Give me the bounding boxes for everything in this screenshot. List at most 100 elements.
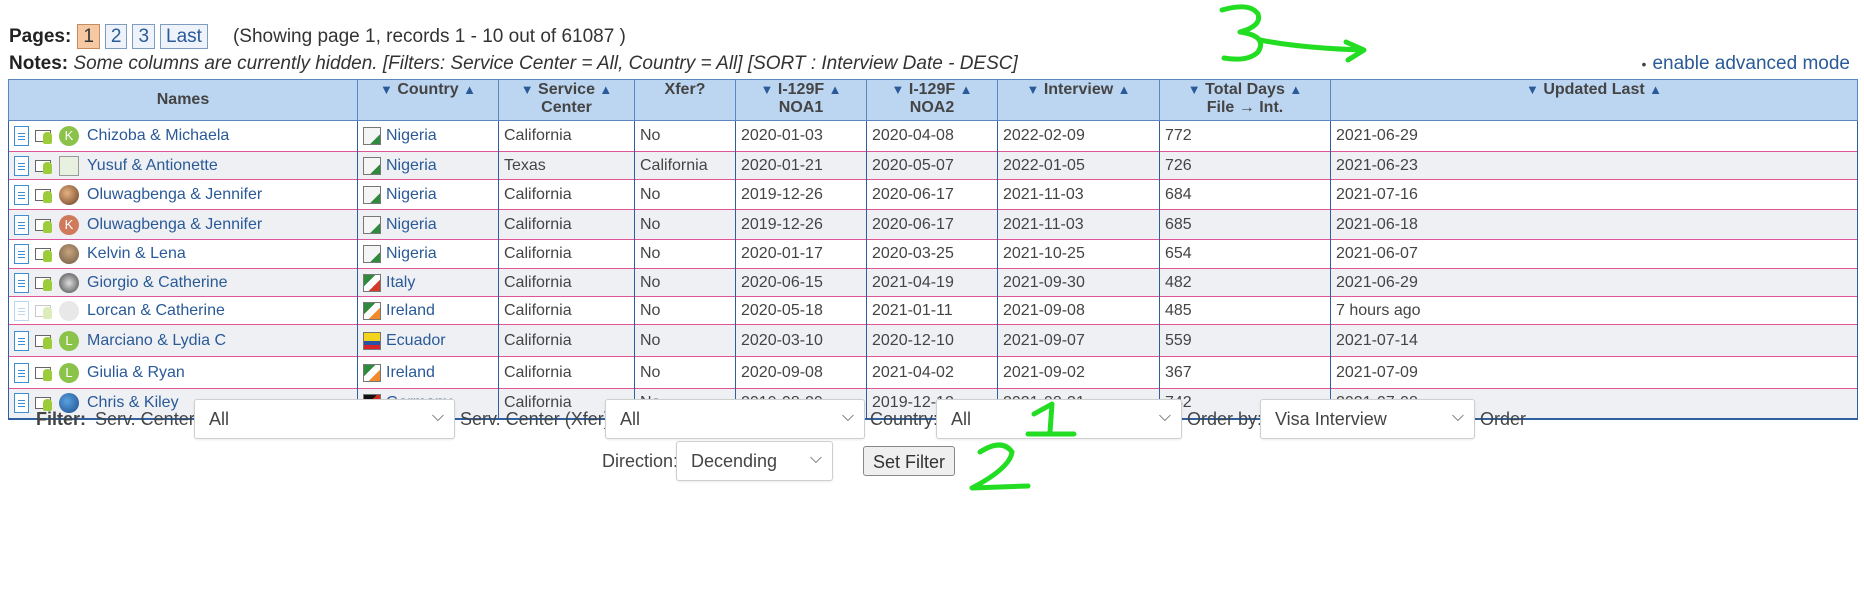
country-link[interactable]: Ireland xyxy=(386,302,435,320)
document-icon[interactable] xyxy=(14,330,29,351)
message-user-icon[interactable] xyxy=(35,216,53,234)
header-names[interactable]: Names xyxy=(8,79,358,121)
message-user-icon[interactable] xyxy=(35,186,53,204)
sort-asc-icon[interactable]: ▲ xyxy=(463,82,476,97)
sort-desc-icon[interactable]: ▼ xyxy=(892,82,905,97)
header-noa1-label: I-129F xyxy=(777,81,825,98)
set-filter-button[interactable]: Set Filter xyxy=(863,446,955,476)
annotation-arrow xyxy=(1257,37,1365,53)
couple-name-link[interactable]: Giulia & Ryan xyxy=(87,364,185,382)
header-noa2[interactable]: ▼ I-129F ▲ NOA2 xyxy=(866,79,998,121)
header-xfer[interactable]: Xfer? xyxy=(634,79,736,121)
interview-cell: 2021-11-03 xyxy=(997,209,1160,240)
header-country-label: Country xyxy=(397,81,459,98)
country-link[interactable]: Ecuador xyxy=(386,332,446,350)
couple-name-link[interactable]: Chizoba & Michaela xyxy=(87,127,229,145)
avatar xyxy=(59,155,79,176)
document-icon[interactable] xyxy=(14,155,29,176)
interview-cell: 2022-01-05 xyxy=(997,151,1160,180)
page-1-link[interactable]: 1 xyxy=(77,24,100,49)
message-user-icon[interactable] xyxy=(35,274,53,292)
flag-icon xyxy=(363,301,381,320)
message-user-icon[interactable] xyxy=(35,245,53,263)
sort-desc-icon[interactable]: ▼ xyxy=(521,82,534,97)
couple-name-link[interactable]: Giorgio & Catherine xyxy=(87,274,228,292)
flag-icon xyxy=(363,245,381,263)
direction-label: Direction: xyxy=(602,451,679,471)
table-row: K Oluwagbenga & Jennifer Nigeria California… xyxy=(8,209,1858,240)
header-total-days[interactable]: ▼ Total Days ▲ File → Int. xyxy=(1159,79,1331,121)
sort-asc-icon[interactable]: ▲ xyxy=(829,82,842,97)
names-cell: Oluwagbenga & Jennifer xyxy=(8,179,358,210)
country-link[interactable]: Ireland xyxy=(386,364,435,382)
couple-name-link[interactable]: Oluwagbenga & Jennifer xyxy=(87,186,262,204)
page-3-link[interactable]: 3 xyxy=(132,24,156,49)
enable-advanced-mode-link[interactable]: enable advanced mode xyxy=(1652,53,1850,74)
header-noa1[interactable]: ▼ I-129F ▲ NOA1 xyxy=(735,79,867,121)
chevron-down-icon: ⌵ xyxy=(1158,408,1171,425)
updated-last-cell: 2021-07-14 xyxy=(1330,324,1858,357)
header-interview[interactable]: ▼ Interview ▲ xyxy=(997,79,1160,121)
country-cell: Ecuador xyxy=(357,324,499,357)
country-link[interactable]: Italy xyxy=(386,274,415,292)
total-days-cell: 684 xyxy=(1159,179,1331,210)
sort-desc-icon[interactable]: ▼ xyxy=(761,82,774,97)
couple-name-link[interactable]: Marciano & Lydia C xyxy=(87,332,226,350)
table-row: Yusuf & Antionette Nigeria Texas California… xyxy=(8,151,1858,180)
country-select[interactable]: All ⌵ xyxy=(936,399,1182,439)
country-cell: Nigeria xyxy=(357,179,499,210)
service-center-cell: California xyxy=(498,239,635,269)
sort-asc-icon[interactable]: ▲ xyxy=(1118,82,1131,97)
country-link[interactable]: Nigeria xyxy=(386,157,437,175)
couple-name-link[interactable]: Oluwagbenga & Jennifer xyxy=(87,216,262,234)
page-2-link[interactable]: 2 xyxy=(104,24,128,49)
document-icon[interactable] xyxy=(14,300,29,321)
sort-asc-icon[interactable]: ▲ xyxy=(599,82,612,97)
message-user-icon[interactable] xyxy=(35,157,53,175)
sort-desc-icon[interactable]: ▼ xyxy=(1188,82,1201,97)
xfer-cell: No xyxy=(634,268,736,297)
serv-center-xfer-select[interactable]: All ⌵ xyxy=(605,399,865,439)
service-center-cell: Texas xyxy=(498,151,635,180)
document-icon[interactable] xyxy=(14,184,29,205)
sort-desc-icon[interactable]: ▼ xyxy=(380,82,393,97)
message-user-icon[interactable] xyxy=(35,364,53,382)
document-icon[interactable] xyxy=(14,214,29,235)
serv-center-select[interactable]: All ⌵ xyxy=(194,399,455,439)
page-last-link[interactable]: Last xyxy=(160,24,208,49)
order-by-select[interactable]: Visa Interview ⌵ xyxy=(1260,399,1475,439)
header-updated-last[interactable]: ▼ Updated Last ▲ xyxy=(1330,79,1858,121)
document-icon[interactable] xyxy=(14,244,29,264)
sort-desc-icon[interactable]: ▼ xyxy=(1026,82,1039,97)
message-user-icon[interactable] xyxy=(35,127,53,145)
document-icon[interactable] xyxy=(14,126,29,146)
sort-asc-icon[interactable]: ▲ xyxy=(960,82,973,97)
document-icon[interactable] xyxy=(14,272,29,293)
sort-desc-icon[interactable]: ▼ xyxy=(1526,82,1539,97)
flag-icon xyxy=(363,363,381,382)
country-link[interactable]: Nigeria xyxy=(386,245,437,263)
document-icon[interactable] xyxy=(14,362,29,383)
document-icon[interactable] xyxy=(14,393,29,414)
interview-cell: 2021-09-07 xyxy=(997,324,1160,357)
message-user-icon[interactable] xyxy=(35,302,53,320)
avatar xyxy=(59,184,79,205)
sort-asc-icon[interactable]: ▲ xyxy=(1289,82,1302,97)
sort-asc-icon[interactable]: ▲ xyxy=(1649,82,1662,97)
message-user-icon[interactable] xyxy=(35,332,53,350)
country-link[interactable]: Nigeria xyxy=(386,216,437,234)
avatar: K xyxy=(59,214,79,235)
names-cell: L Giulia & Ryan xyxy=(8,356,358,389)
couple-name-link[interactable]: Yusuf & Antionette xyxy=(87,157,218,175)
header-noa2-label: I-129F xyxy=(908,81,956,98)
country-link[interactable]: Nigeria xyxy=(386,186,437,204)
country-cell: Italy xyxy=(357,268,499,297)
country-link[interactable]: Nigeria xyxy=(386,127,437,145)
noa2-cell: 2021-04-19 xyxy=(866,268,998,297)
couple-name-link[interactable]: Kelvin & Lena xyxy=(87,245,186,263)
header-country[interactable]: ▼ Country ▲ xyxy=(357,79,499,121)
header-service-center[interactable]: ▼ Service ▲ Center xyxy=(498,79,635,121)
couple-name-link[interactable]: Lorcan & Catherine xyxy=(87,302,225,320)
direction-select[interactable]: Decending ⌵ xyxy=(676,441,833,481)
table-row: Kelvin & Lena Nigeria California No 2020-01-… xyxy=(8,239,1858,269)
